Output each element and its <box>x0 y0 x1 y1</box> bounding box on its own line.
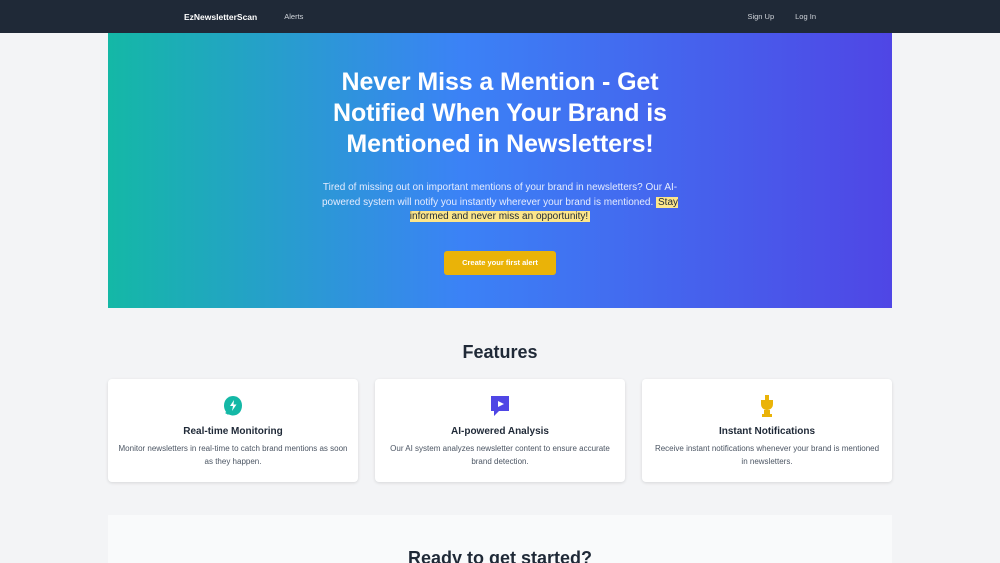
refresh-monitor-icon <box>221 394 245 418</box>
features-section: Features Real-time Monitoring Monitor ne… <box>108 342 892 482</box>
feature-title: Real-time Monitoring <box>183 426 283 437</box>
navbar-left: EzNewsletterScan Alerts <box>184 12 303 22</box>
sign-up-link[interactable]: Sign Up <box>747 12 774 21</box>
trophy-icon <box>755 394 779 418</box>
create-first-alert-button[interactable]: Create your first alert <box>444 250 556 275</box>
ready-section: Ready to get started? <box>108 515 892 563</box>
feature-description: Monitor newsletters in real-time to catc… <box>118 444 348 466</box>
ready-heading: Ready to get started? <box>407 548 593 563</box>
brand-logo-link[interactable]: EzNewsletterScan <box>184 12 257 22</box>
feature-cards: Real-time Monitoring Monitor newsletters… <box>108 379 892 482</box>
hero-description-text: Tired of missing out on important mentio… <box>321 182 678 208</box>
feature-title: Instant Notifications <box>718 426 816 437</box>
chat-play-icon <box>488 394 512 418</box>
feature-title: AI-powered Analysis <box>451 426 549 437</box>
feature-card-ai-analysis: AI-powered Analysis Our AI system analyz… <box>375 379 625 482</box>
feature-description: Our AI system analyzes newsletter conten… <box>390 444 610 466</box>
navbar-inner: EzNewsletterScan Alerts Sign Up Log In <box>108 12 892 22</box>
feature-description: Receive instant notifications whenever y… <box>654 444 880 466</box>
features-heading: Features <box>462 342 538 362</box>
navbar-right: Sign Up Log In <box>726 12 816 21</box>
hero-section: Never Miss a Mention - Get Notified When… <box>108 33 892 308</box>
hero-description: Tired of missing out on important mentio… <box>305 181 695 225</box>
feature-card-instant-notifications: Instant Notifications Receive instant no… <box>642 379 892 482</box>
feature-card-realtime-monitoring: Real-time Monitoring Monitor newsletters… <box>108 379 358 482</box>
log-in-link[interactable]: Log In <box>795 12 816 21</box>
nav-link-alerts[interactable]: Alerts <box>284 12 303 21</box>
top-navbar: EzNewsletterScan Alerts Sign Up Log In <box>0 0 1000 33</box>
hero-title: Never Miss a Mention - Get Notified When… <box>333 68 667 158</box>
